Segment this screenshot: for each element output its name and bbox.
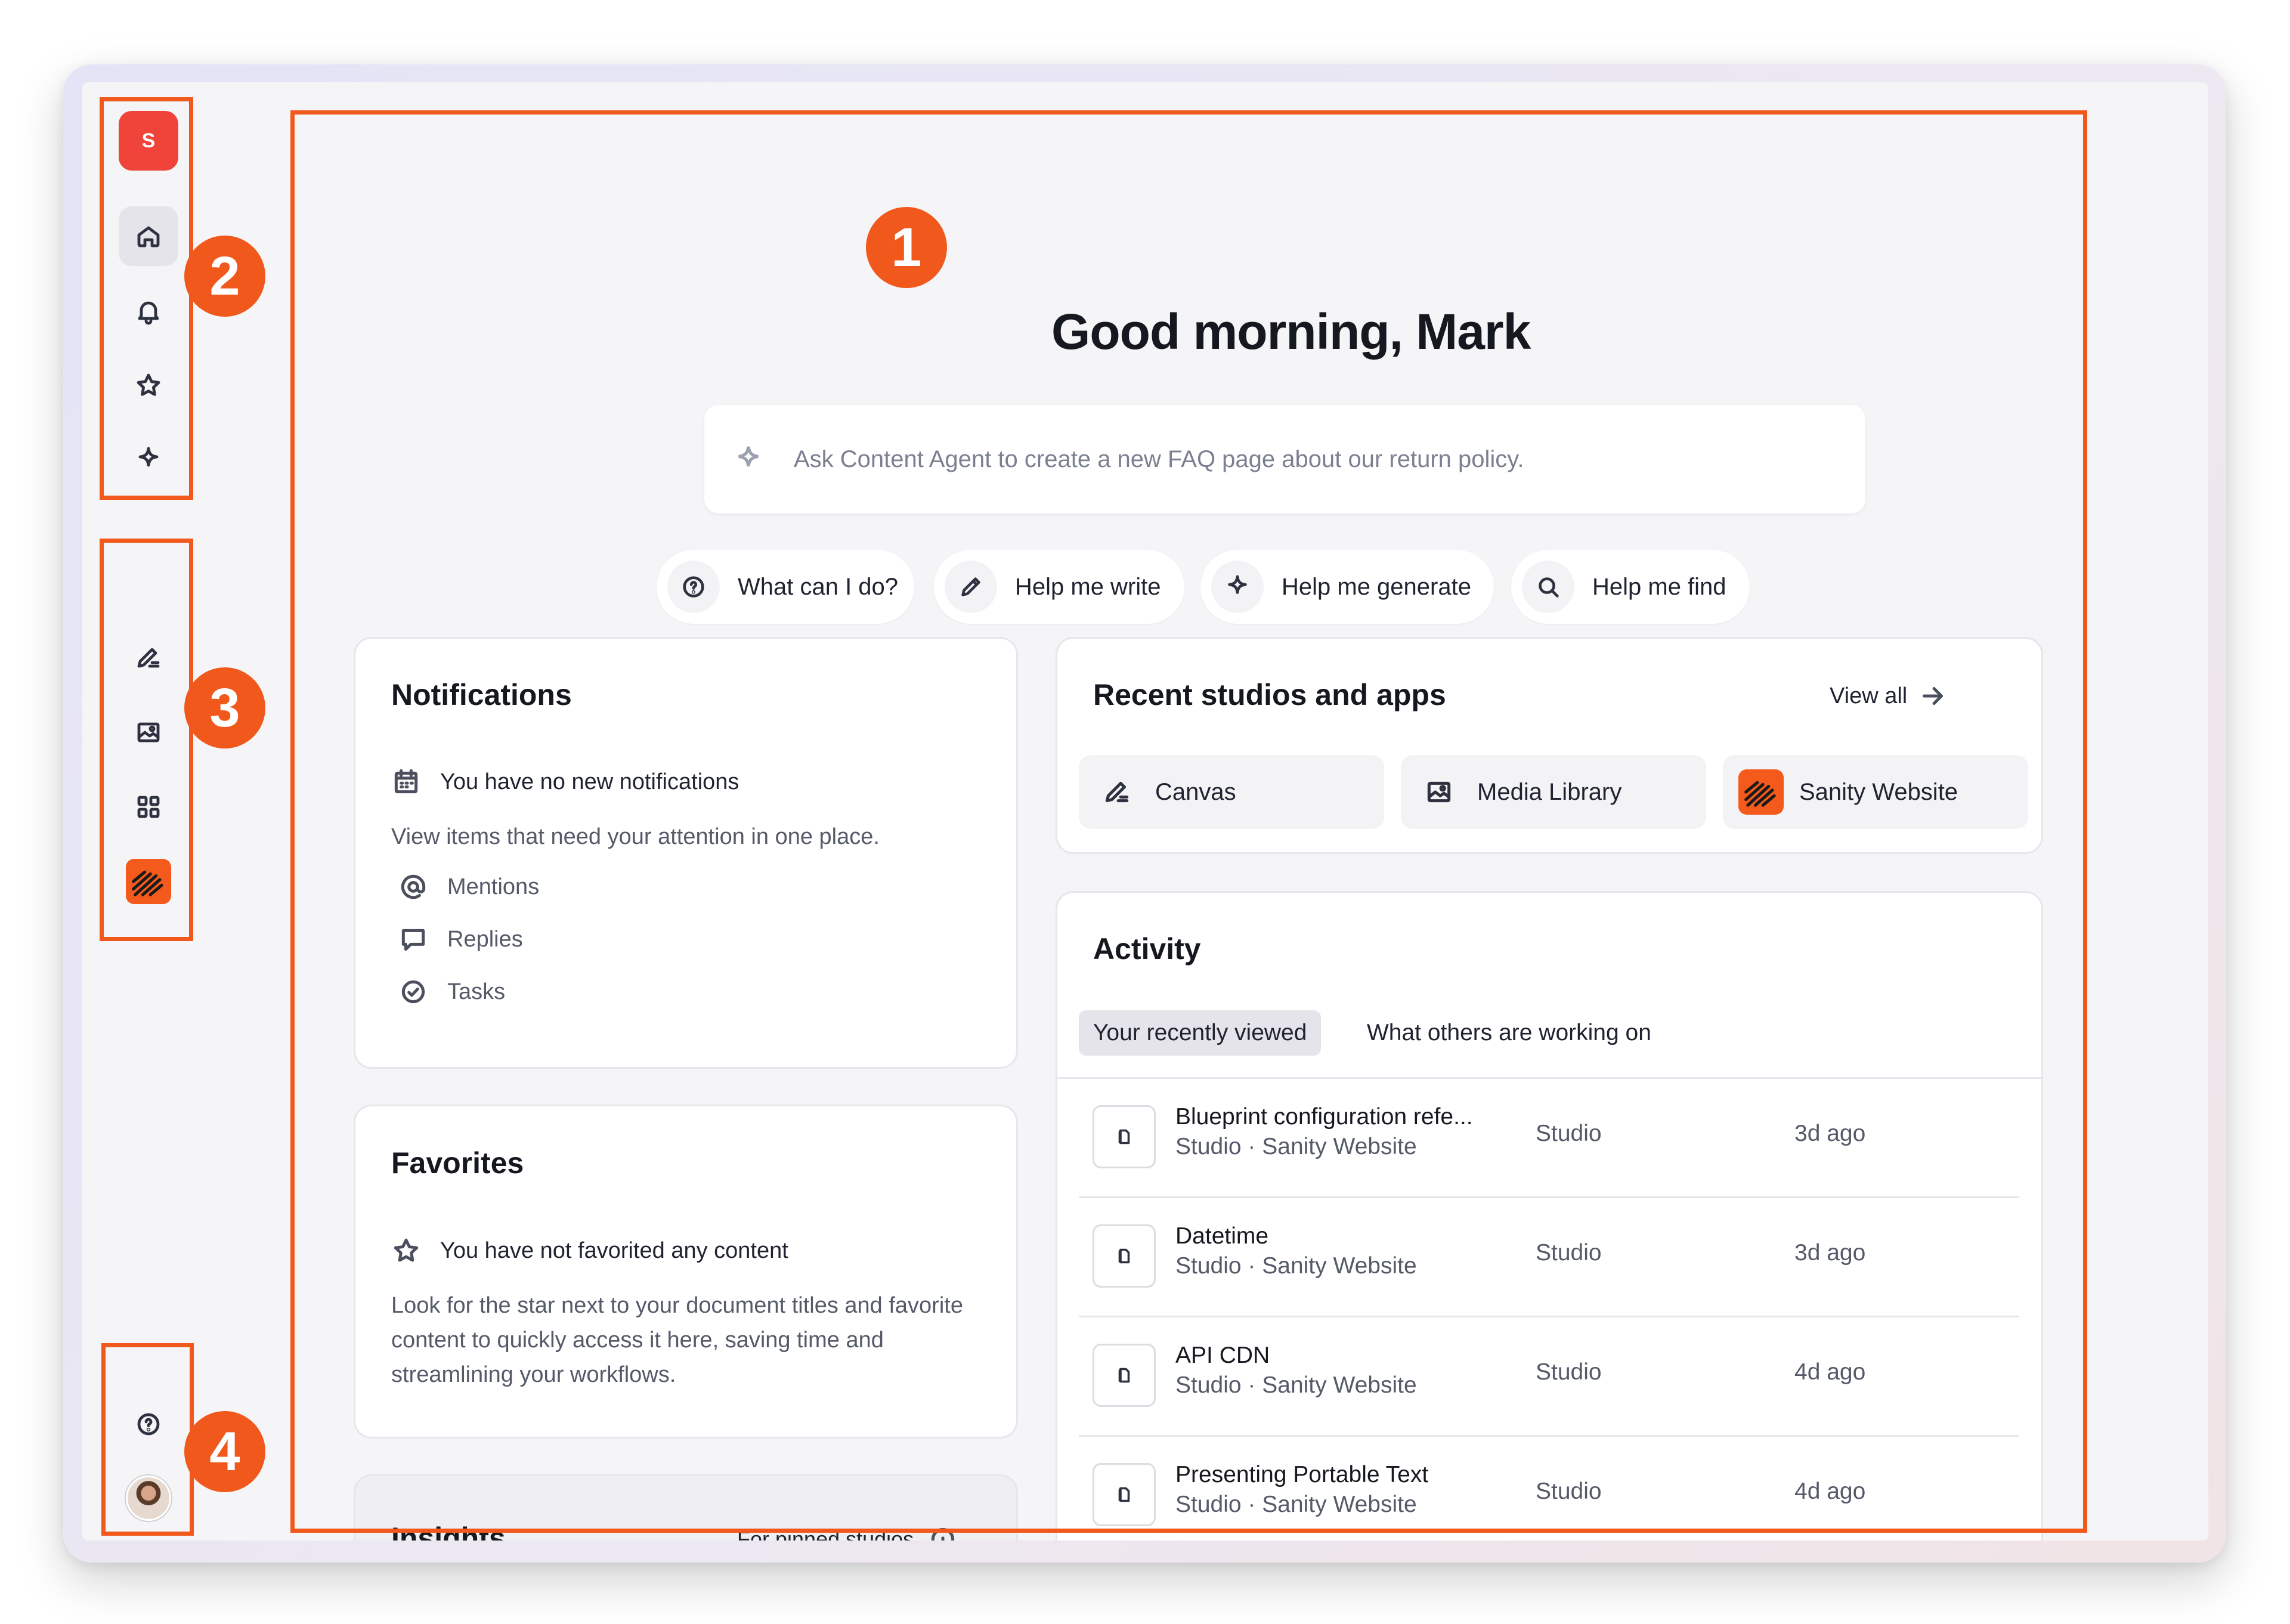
annotation-box-1 bbox=[290, 110, 2087, 1533]
annotation-box-4 bbox=[101, 1343, 194, 1536]
annotation-box-3 bbox=[100, 539, 193, 941]
annotation-badge-2: 2 bbox=[184, 236, 265, 317]
annotation-badge-1: 1 bbox=[866, 207, 947, 288]
annotation-box-2 bbox=[100, 97, 193, 500]
annotation-badge-3: 3 bbox=[184, 667, 265, 748]
annotation-badge-4: 4 bbox=[184, 1411, 265, 1492]
